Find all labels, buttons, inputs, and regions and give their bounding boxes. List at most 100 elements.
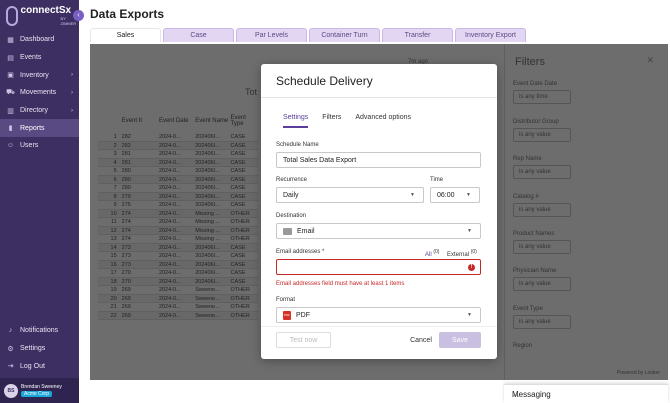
table-row: 12 274 2024-0... Missing ... OTHER xyxy=(98,226,258,235)
filter-event-type: Event Type is any value xyxy=(513,306,571,329)
pdf-icon: PDF xyxy=(283,310,291,320)
table-row: 20 269 2024-0... Sweene... OTHER xyxy=(98,294,258,303)
email-addresses-input[interactable]: ! xyxy=(276,259,481,275)
table-cell: 2024-0... xyxy=(158,168,181,174)
tab-case[interactable]: Case xyxy=(163,28,234,42)
test-now-button[interactable]: Test now xyxy=(276,332,331,348)
table-cell: 7 xyxy=(113,185,117,191)
table-row: 10 274 2024-0... Missing ... OTHER xyxy=(98,209,258,218)
tab-inventory-export[interactable]: Inventory Export xyxy=(455,28,526,42)
table-cell: OTHER xyxy=(230,219,250,225)
sidebar-item-directory[interactable]: ▥ Directory › xyxy=(0,102,79,120)
recurrence-select[interactable]: Daily ▼ xyxy=(276,187,424,203)
box-icon: ▣ xyxy=(7,72,14,80)
table-cell: 2024-0... xyxy=(158,253,181,259)
recurrence-label: Recurrence xyxy=(276,177,308,183)
table-row: 1 282 2024-0... 202406I... CASE xyxy=(98,133,258,142)
table-cell: 202406I... xyxy=(195,193,220,200)
tab-sales[interactable]: Sales xyxy=(90,28,161,42)
table-row: 8 279 2024-0... 202406I... CASE xyxy=(98,192,258,201)
sidebar-item-logout[interactable]: ⇥ Log Out xyxy=(0,357,79,375)
table-cell: 2024-0... xyxy=(158,312,181,319)
table-cell: OTHER xyxy=(230,236,250,242)
filter-product-names: Product Names is any value xyxy=(513,231,571,254)
table-cell: 202406I... xyxy=(195,202,220,208)
destination-select[interactable]: Email ▼ xyxy=(276,223,481,239)
sidebar-item-settings[interactable]: ⚙ Settings xyxy=(0,340,79,358)
time-select[interactable]: 06:00 ▼ xyxy=(430,187,480,203)
filters-panel: Filters ✕ Event Date Date is any time Dis… xyxy=(504,44,668,380)
table-cell: Sweene... xyxy=(195,295,220,302)
tab-par-levels[interactable]: Par Levels xyxy=(236,28,307,42)
tab-container-turn[interactable]: Container Turn xyxy=(309,28,380,42)
cancel-button[interactable]: Cancel xyxy=(401,332,441,348)
sidebar-item-dashboard[interactable]: ▦ Dashboard xyxy=(0,31,79,49)
sidebar-item-events[interactable]: ▤ Events xyxy=(0,49,79,67)
tab-settings[interactable]: Settings xyxy=(283,114,309,128)
sidebar-item-label: Events xyxy=(20,54,42,62)
truck-icon: ⛟ xyxy=(6,89,15,97)
table-cell: 2024-0... xyxy=(158,142,181,149)
save-button[interactable]: Save xyxy=(439,332,481,348)
close-icon[interactable]: ✕ xyxy=(646,55,654,66)
table-cell: 274 xyxy=(121,227,131,234)
sidebar-item-label: Inventory xyxy=(20,71,49,79)
table-row: 13 274 2024-0... Missing ... OTHER xyxy=(98,235,258,244)
table-row: 15 273 2024-0... 202406I... CASE xyxy=(98,252,258,261)
table-cell: 2024-0... xyxy=(158,193,181,200)
table-cell: 269 xyxy=(121,287,131,293)
messaging-widget[interactable]: Messaging ︿ xyxy=(504,384,668,403)
column-header-event-id[interactable]: Event It xyxy=(120,118,157,124)
table-cell: 18 xyxy=(110,278,117,285)
table-cell: Missing ... xyxy=(195,210,220,217)
table-cell: CASE xyxy=(230,134,246,140)
table-cell: 273 xyxy=(121,261,131,268)
table-cell: OTHER xyxy=(230,312,250,319)
table-cell: 20 xyxy=(110,295,117,302)
sidebar-item-reports[interactable]: ▮ Reports xyxy=(0,119,79,138)
table-cell: CASE xyxy=(230,185,246,191)
tab-transfer[interactable]: Transfer xyxy=(382,28,453,42)
logo: connectSx BY ZIMMER xyxy=(6,6,79,26)
sidebar-item-notifications[interactable]: ♪ Notifications xyxy=(0,322,79,340)
users-icon: ☺ xyxy=(6,142,15,150)
format-select[interactable]: PDF PDF ▼ xyxy=(276,307,481,323)
table-cell: 22 xyxy=(110,312,117,319)
table-cell: 280 xyxy=(121,176,131,183)
sidebar-item-users[interactable]: ☺ Users xyxy=(0,137,79,155)
table-row: 19 269 2024-0... Sweene... OTHER xyxy=(98,286,258,295)
tab-filters[interactable]: Filters xyxy=(322,114,341,128)
table-cell: 5 xyxy=(113,168,117,174)
chevron-up-icon: ︿ xyxy=(512,391,519,398)
chevron-right-icon: › xyxy=(71,89,73,96)
table-cell: OTHER xyxy=(230,304,250,310)
table-cell: 273 xyxy=(121,244,131,251)
table-cell: CASE xyxy=(230,261,246,268)
external-recipients-link[interactable]: External (0) xyxy=(447,249,477,258)
sidebar-item-inventory[interactable]: ▣ Inventory › xyxy=(0,66,79,84)
schedule-name-input[interactable]: Total Sales Data Export xyxy=(276,152,481,168)
table-cell: 2024-0... xyxy=(158,304,181,310)
table-row: 14 273 2024-0... 202406I... CASE xyxy=(98,243,258,252)
table-row: 21 269 2024-0... Sweene... OTHER xyxy=(98,303,258,312)
table-cell: Missing ... xyxy=(195,227,220,234)
column-header-event-type[interactable]: Event Type xyxy=(229,115,258,127)
table-cell: Sweene... xyxy=(195,312,220,319)
table-cell: 2024-0... xyxy=(158,278,181,285)
format-value: PDF xyxy=(296,311,310,319)
user-profile[interactable]: BS Brendan Sweeney Acme Corp xyxy=(0,378,79,403)
sidebar-item-movements[interactable]: ⛟ Movements › xyxy=(0,84,79,102)
column-header-event-date[interactable]: Event Date xyxy=(157,118,193,124)
tab-advanced-options[interactable]: Advanced options xyxy=(355,114,411,128)
email-icon xyxy=(283,227,292,235)
table-cell: 202406I... xyxy=(195,253,220,259)
external-count: (0) xyxy=(470,249,477,255)
table-cell: 281 xyxy=(121,159,131,166)
column-header-event-name[interactable]: Event Name xyxy=(193,118,228,124)
avatar: BS xyxy=(4,383,18,398)
table-cell: 13 xyxy=(110,236,117,242)
table-cell: CASE xyxy=(230,244,246,251)
collapse-sidebar-button[interactable]: ‹ xyxy=(73,10,84,21)
table-cell: 202406I... xyxy=(195,176,220,183)
all-recipients-link[interactable]: All (0) xyxy=(425,249,439,258)
